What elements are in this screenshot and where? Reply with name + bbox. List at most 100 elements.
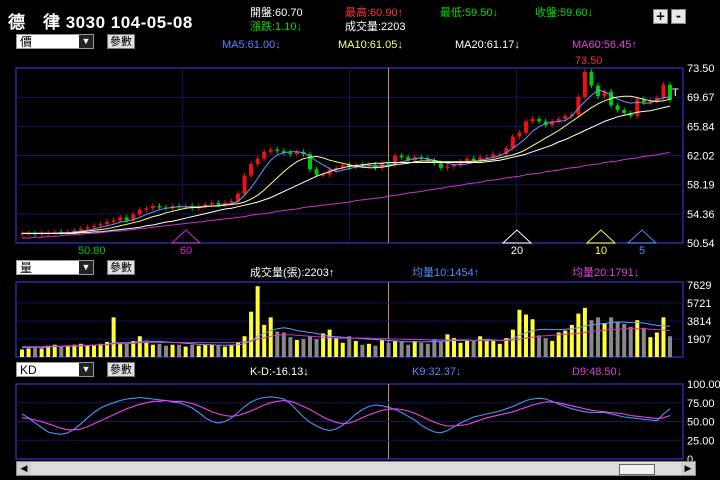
candle-body xyxy=(576,96,581,115)
ma-period-label: 20 xyxy=(511,245,523,257)
volume-tick-label: 5721 xyxy=(687,298,711,310)
volume-bar xyxy=(118,342,123,357)
volume-bar xyxy=(412,340,417,357)
ma-period-marker xyxy=(170,229,202,244)
volume-bar xyxy=(445,334,450,357)
volume-bar xyxy=(569,324,574,357)
volume-bar xyxy=(425,343,430,357)
volume-bar xyxy=(419,342,424,357)
volume-tick-label: 7629 xyxy=(687,280,711,292)
volume-bar xyxy=(340,342,345,357)
candle-body xyxy=(635,99,640,117)
kd-tick-label: 75.00 xyxy=(687,398,715,410)
candle-body xyxy=(92,225,96,228)
candle-body xyxy=(118,217,123,221)
volume-bar xyxy=(170,344,175,357)
volume-bar xyxy=(150,344,155,357)
volume-bar xyxy=(471,340,476,357)
price-tick-label: 50.54 xyxy=(687,238,715,250)
volume-bar xyxy=(242,336,247,357)
volume-bar xyxy=(144,341,149,357)
candle-body xyxy=(288,152,293,155)
candle-body xyxy=(209,202,214,205)
candle-body xyxy=(615,105,620,110)
volume-bar xyxy=(399,341,404,357)
volume-bar xyxy=(438,341,443,357)
ma-period-label: 10 xyxy=(595,245,607,257)
volume-bar xyxy=(478,336,483,357)
volume-bar xyxy=(39,348,44,357)
volume-bar xyxy=(222,346,227,357)
candle-body xyxy=(471,158,476,161)
candle-body xyxy=(582,71,587,97)
volume-bar xyxy=(537,335,542,357)
volume-bar xyxy=(20,349,24,357)
candle-body xyxy=(438,163,443,168)
price-low-label: 50.80 xyxy=(78,245,106,257)
price-tick-label: 58.19 xyxy=(687,180,715,192)
volume-bar xyxy=(635,320,640,357)
volume-bar xyxy=(183,346,188,357)
kd-tick-label: 100.00 xyxy=(687,379,720,391)
volume-bar xyxy=(484,339,489,357)
volume-bar xyxy=(327,329,332,357)
volume-bar xyxy=(661,317,666,357)
volume-bar xyxy=(334,338,339,357)
chart-scrollbar[interactable]: ◀ ▶ xyxy=(16,461,696,476)
volume-bar xyxy=(33,347,38,357)
candle-body xyxy=(275,149,280,152)
volume-bar xyxy=(609,317,614,357)
scroll-thumb[interactable] xyxy=(619,464,655,475)
candle-body xyxy=(255,158,260,165)
volume-bar xyxy=(98,343,103,357)
candle-body xyxy=(399,155,404,158)
scroll-left-icon[interactable]: ◀ xyxy=(17,462,31,475)
volume-bar xyxy=(530,319,535,357)
volume-bar xyxy=(249,311,254,357)
volume-bar xyxy=(177,344,182,357)
ma-period-marker xyxy=(585,229,617,244)
ma-line-ma10 xyxy=(22,95,671,234)
volume-bar xyxy=(65,345,70,357)
volume-bar xyxy=(648,337,653,357)
volume-bar xyxy=(111,317,116,357)
candle-body xyxy=(150,205,155,209)
volume-bar xyxy=(517,309,522,357)
volume-bar xyxy=(164,345,168,357)
price-tick-label: 65.84 xyxy=(687,121,715,133)
volume-bar xyxy=(229,344,234,357)
candle-body xyxy=(111,220,116,222)
ma-period-label: 5 xyxy=(639,245,645,257)
volume-bar xyxy=(497,343,502,357)
volume-tick-label: 3814 xyxy=(687,316,711,328)
volume-bar xyxy=(268,317,273,357)
ma-period-label: 60 xyxy=(180,245,192,257)
ma-line-ma5 xyxy=(22,89,671,234)
volume-bar xyxy=(209,344,214,357)
price-tick-label: 69.67 xyxy=(687,92,715,104)
volume-bar xyxy=(301,339,306,357)
volume-bar xyxy=(615,322,620,357)
volume-bar xyxy=(380,340,384,357)
price-tick-label: 73.50 xyxy=(687,63,715,75)
ma-period-marker xyxy=(626,229,658,244)
volume-bar xyxy=(26,348,31,357)
volume-bar xyxy=(190,344,195,357)
candle-body xyxy=(85,227,90,229)
volume-bar xyxy=(203,344,208,357)
volume-bar xyxy=(654,332,659,357)
price-tick-label: 54.36 xyxy=(687,209,715,221)
candle-body xyxy=(216,202,221,205)
volume-bar xyxy=(216,345,221,357)
volume-bar xyxy=(294,340,299,357)
volume-bar xyxy=(596,317,600,357)
volume-bar xyxy=(262,324,267,357)
kd-line-d9 xyxy=(21,399,671,431)
volume-bar xyxy=(360,344,365,357)
volume-bar xyxy=(347,336,352,357)
volume-bar xyxy=(458,342,463,357)
volume-bar xyxy=(308,336,312,357)
candle-body xyxy=(137,209,142,215)
scroll-right-icon[interactable]: ▶ xyxy=(681,462,695,475)
candle-body xyxy=(98,224,103,226)
